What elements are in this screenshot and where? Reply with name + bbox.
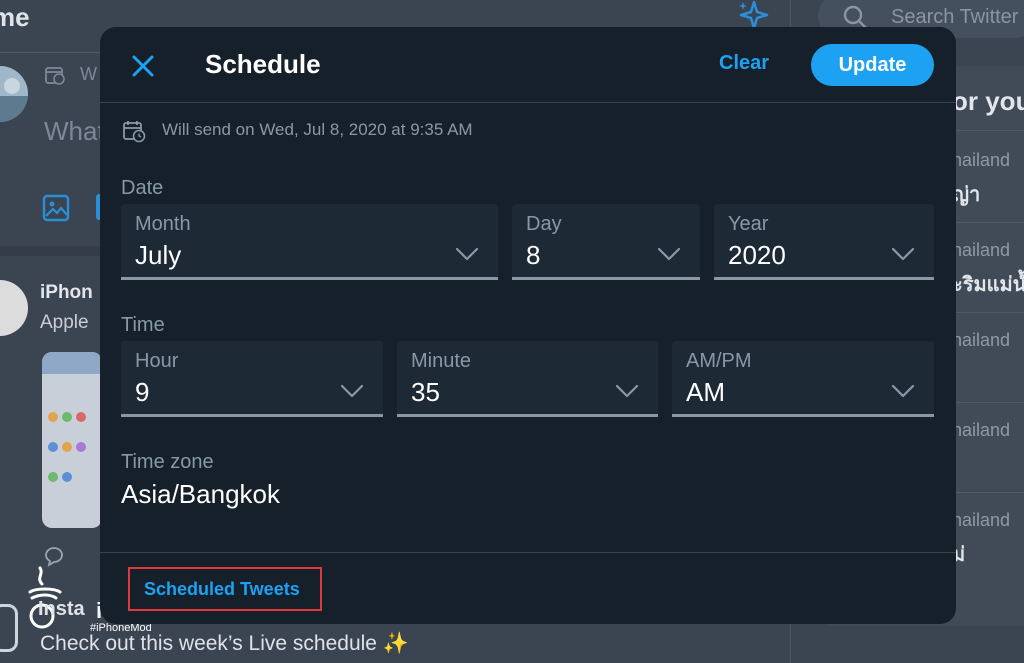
tweet-text: Apple bbox=[40, 312, 89, 333]
scheduled-tweets-label: Scheduled Tweets bbox=[144, 579, 300, 599]
trend-location: hailand bbox=[952, 150, 1011, 170]
month-select[interactable]: Month July bbox=[121, 204, 498, 280]
schedule-icon[interactable] bbox=[44, 64, 66, 86]
trend-location: hailand bbox=[952, 240, 1011, 260]
clear-button[interactable]: Clear bbox=[719, 52, 769, 75]
field-label: Minute bbox=[411, 350, 472, 372]
chevron-down-icon bbox=[455, 247, 479, 261]
field-label: Year bbox=[728, 213, 769, 235]
minute-select[interactable]: Minute 35 bbox=[397, 341, 658, 417]
timezone-label: Time zone bbox=[121, 451, 214, 473]
chevron-down-icon bbox=[657, 247, 681, 261]
field-label: Day bbox=[526, 213, 562, 235]
timezone-value: Asia/Bangkok bbox=[121, 479, 280, 509]
tweet-media[interactable] bbox=[42, 352, 102, 528]
field-label: AM/PM bbox=[686, 350, 752, 372]
chevron-down-icon bbox=[615, 384, 639, 398]
trend-name[interactable]: ญ่า bbox=[952, 178, 980, 210]
update-button[interactable]: Update bbox=[811, 44, 934, 86]
tweet-author[interactable]: iPhon bbox=[40, 282, 93, 304]
divider bbox=[100, 552, 956, 553]
sparkle-icon[interactable] bbox=[736, 0, 770, 30]
field-value: 2020 bbox=[728, 240, 786, 270]
year-select[interactable]: Year 2020 bbox=[714, 204, 934, 280]
field-value: 9 bbox=[135, 377, 150, 407]
image-icon[interactable] bbox=[42, 194, 70, 222]
search-input[interactable]: Search Twitter bbox=[891, 6, 1018, 29]
trend-location: hailand bbox=[952, 330, 1011, 350]
day-select[interactable]: Day 8 bbox=[512, 204, 700, 280]
field-value: 35 bbox=[411, 377, 440, 407]
trend-location: hailand bbox=[952, 420, 1011, 440]
compose-hint: W bbox=[80, 64, 97, 84]
field-label: Hour bbox=[135, 350, 179, 372]
watermark-partial: Insta bbox=[38, 598, 85, 620]
modal-title: Schedule bbox=[205, 49, 321, 79]
time-label: Time bbox=[121, 314, 165, 336]
field-label: Month bbox=[135, 213, 191, 235]
modal-header: Schedule Clear Update bbox=[100, 27, 956, 103]
instagram-icon bbox=[0, 604, 18, 652]
home-title: me bbox=[0, 2, 30, 32]
compose-input[interactable]: What bbox=[44, 116, 105, 147]
trend-name[interactable]: ะริมแม่น้ำ bbox=[952, 268, 1024, 300]
field-value: 8 bbox=[526, 240, 541, 270]
date-label: Date bbox=[121, 177, 164, 199]
calendar-clock-icon bbox=[123, 121, 146, 143]
schedule-modal: Schedule Clear Update Will send on Wed, … bbox=[100, 27, 956, 624]
chevron-down-icon bbox=[340, 384, 364, 398]
chevron-down-icon bbox=[891, 247, 915, 261]
field-value: AM bbox=[686, 377, 725, 407]
trends-heading: or you bbox=[952, 86, 1024, 116]
ampm-select[interactable]: AM/PM AM bbox=[672, 341, 934, 417]
will-send-text: Will send on Wed, Jul 8, 2020 at 9:35 AM bbox=[162, 120, 473, 139]
chevron-down-icon bbox=[891, 384, 915, 398]
tweet-text: Check out this week’s Live schedule ✨ bbox=[40, 632, 409, 655]
trend-location: hailand bbox=[952, 510, 1011, 530]
close-icon[interactable] bbox=[128, 51, 158, 81]
scheduled-tweets-link[interactable]: Scheduled Tweets bbox=[128, 567, 322, 611]
field-value: July bbox=[135, 240, 182, 270]
hour-select[interactable]: Hour 9 bbox=[121, 341, 383, 417]
